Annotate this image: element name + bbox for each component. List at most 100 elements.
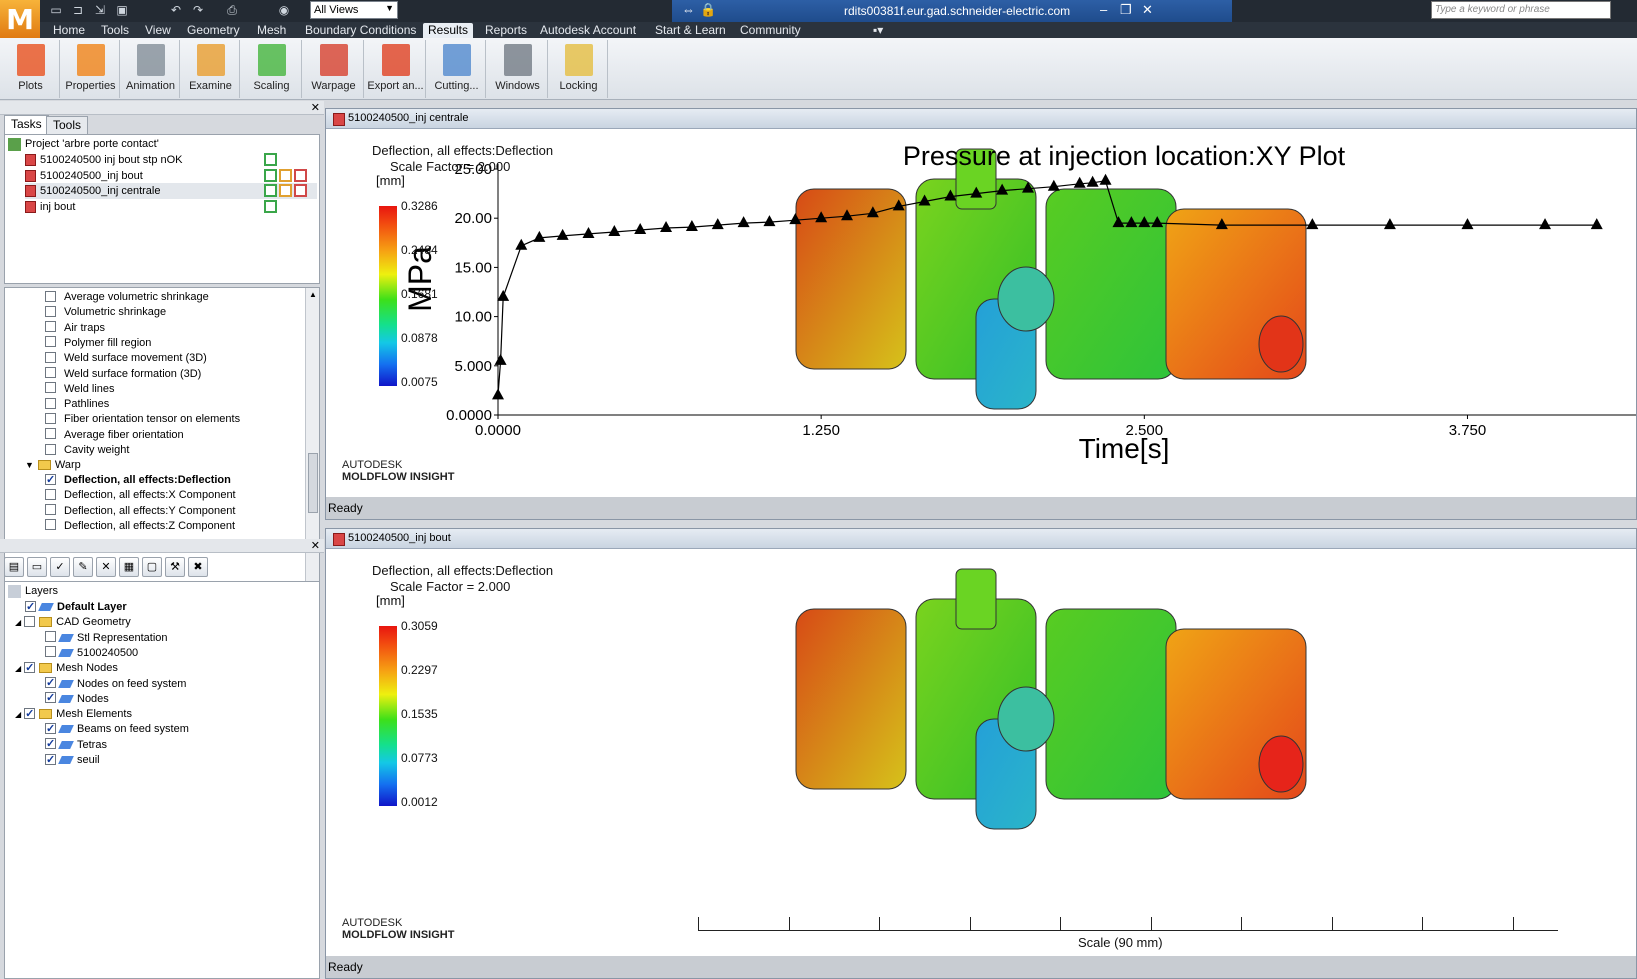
checkbox[interactable] — [45, 412, 56, 424]
checkbox[interactable] — [45, 290, 56, 302]
export-an--button[interactable]: Export an... — [366, 40, 426, 98]
view-tab[interactable]: 5100240500_inj centrale — [326, 109, 1636, 129]
cutting--button[interactable]: Cutting... — [428, 40, 486, 98]
wrench-icon[interactable]: ⚒ — [165, 557, 185, 577]
checkbox[interactable] — [45, 367, 56, 379]
study-item[interactable]: 5100240500 inj bout stp nOK — [25, 152, 317, 168]
study-item[interactable]: 5100240500_inj centrale — [25, 183, 317, 199]
checkbox[interactable] — [45, 721, 56, 737]
warp-result-item[interactable]: Deflection, all effects:Z Component — [45, 518, 235, 534]
checkbox[interactable] — [24, 660, 36, 676]
new-icon[interactable]: ▭ — [48, 3, 64, 18]
result-item[interactable]: Volumetric shrinkage — [45, 304, 166, 320]
checkbox[interactable] — [45, 504, 56, 516]
view-inj-centrale[interactable]: 5100240500_inj centrale 0.0000 5.000 10.00… — [325, 108, 1637, 520]
checkbox[interactable] — [45, 428, 56, 440]
result-item[interactable]: Pathlines — [45, 396, 109, 412]
study-item[interactable]: 5100240500_inj bout — [25, 168, 317, 184]
restore-icon[interactable]: ❐ — [1120, 2, 1132, 18]
pin-icon[interactable]: ⇔ — [682, 2, 695, 17]
layer-item[interactable]: Beams on feed system — [45, 721, 189, 737]
menu-item-community[interactable]: Community — [735, 23, 806, 38]
warp-result-item[interactable]: Deflection, all effects:Deflection — [45, 472, 231, 488]
expand-icon[interactable]: ◢ — [15, 664, 21, 673]
animation-button[interactable]: Animation — [122, 40, 180, 98]
locking-button[interactable]: Locking — [550, 40, 608, 98]
menu-item-autodesk-account[interactable]: Autodesk Account — [535, 23, 641, 38]
menu-item-tools[interactable]: Tools — [96, 23, 134, 38]
close-icon[interactable]: ✕ — [311, 101, 320, 114]
views-dropdown[interactable]: All Views ▼ — [310, 1, 398, 19]
result-item[interactable]: Average volumetric shrinkage — [45, 289, 209, 305]
layer-item[interactable]: Default Layer — [15, 599, 127, 615]
checkbox[interactable] — [45, 488, 56, 500]
import-icon[interactable]: ⇲ — [92, 3, 108, 18]
search-input[interactable]: Type a keyword or phrase — [1431, 1, 1611, 19]
layer-folder[interactable]: ◢ Mesh Nodes — [15, 660, 118, 676]
edit-icon[interactable]: ✎ — [73, 557, 93, 577]
result-item[interactable]: Weld surface formation (3D) — [45, 366, 201, 382]
layer-item[interactable]: Nodes on feed system — [45, 675, 186, 692]
menu-item-boundary-conditions[interactable]: Boundary Conditions — [300, 23, 421, 38]
checkbox[interactable] — [45, 690, 56, 706]
checkbox[interactable] — [45, 336, 56, 348]
checkbox[interactable] — [45, 397, 56, 409]
checkbox[interactable] — [45, 305, 56, 317]
checkbox[interactable] — [45, 631, 56, 643]
tab-tools[interactable]: Tools — [46, 116, 89, 134]
table-icon[interactable]: ▦ — [119, 557, 139, 577]
delete-icon[interactable]: ✕ — [96, 557, 116, 577]
warp-result-item[interactable]: Deflection, all effects:Y Component — [45, 503, 235, 519]
folder-icon[interactable]: ▭ — [27, 557, 47, 577]
checkbox[interactable] — [45, 472, 56, 488]
checkbox[interactable] — [45, 519, 56, 531]
result-item[interactable]: Cavity weight — [45, 442, 129, 458]
layer-item[interactable]: 5100240500 — [45, 645, 138, 661]
scroll-up-icon[interactable]: ▲ — [309, 290, 317, 299]
print-icon[interactable]: ⎙ — [224, 3, 240, 18]
undo-icon[interactable]: ↶ — [168, 3, 184, 18]
checkbox[interactable] — [45, 351, 56, 363]
scaling-button[interactable]: Scaling — [242, 40, 302, 98]
close-icon[interactable]: ✕ — [311, 539, 320, 552]
redo-icon[interactable]: ↷ — [190, 3, 206, 18]
window-icon[interactable]: ▢ — [142, 557, 162, 577]
result-item[interactable]: Weld surface movement (3D) — [45, 350, 207, 366]
result-item[interactable]: Weld lines — [45, 381, 115, 397]
new-layer-icon[interactable]: ▤ — [4, 557, 24, 577]
checkbox[interactable] — [24, 615, 36, 627]
plots-button[interactable]: Plots — [2, 40, 60, 98]
checkbox[interactable] — [45, 321, 56, 333]
save-icon[interactable]: ▣ — [114, 3, 130, 18]
layer-item[interactable]: Stl Representation — [45, 630, 168, 646]
app-logo[interactable]: M — [0, 0, 40, 38]
checkbox[interactable] — [45, 736, 56, 752]
check-icon[interactable]: ✓ — [50, 557, 70, 577]
layer-item[interactable]: Nodes — [45, 690, 109, 707]
view-inj-bout[interactable]: 5100240500_inj bout Deflection, all effe… — [325, 528, 1637, 979]
warp-result-item[interactable]: Deflection, all effects:X Component — [45, 487, 236, 503]
tab-tasks[interactable]: Tasks — [4, 115, 49, 134]
menu-item-geometry[interactable]: Geometry — [182, 23, 245, 38]
result-item[interactable]: Average fiber orientation — [45, 427, 184, 443]
checkbox[interactable] — [25, 599, 36, 615]
windows-button[interactable]: Windows — [488, 40, 548, 98]
checkbox[interactable] — [45, 752, 56, 768]
properties-button[interactable]: Properties — [62, 40, 120, 98]
scroll-thumb[interactable] — [308, 453, 318, 513]
menu-item-home[interactable]: Home — [48, 23, 90, 38]
lock-icon[interactable]: 🔒 — [700, 2, 716, 18]
study-item[interactable]: inj bout — [25, 199, 317, 215]
close-icon[interactable]: ✕ — [1142, 2, 1153, 18]
layer-folder[interactable]: ◢ CAD Geometry — [15, 614, 131, 630]
warp-folder[interactable]: ▼ Warp — [25, 457, 81, 473]
result-item[interactable]: Fiber orientation tensor on elements — [45, 411, 240, 427]
menu-item-results[interactable]: Results — [423, 23, 474, 38]
close-icon[interactable]: ✖ — [188, 557, 208, 577]
checkbox[interactable] — [45, 675, 56, 691]
checkbox[interactable] — [45, 382, 56, 394]
warpage-button[interactable]: Warpage — [304, 40, 364, 98]
menu-item-view[interactable]: View — [140, 23, 176, 38]
checkbox[interactable] — [24, 706, 36, 722]
checkbox[interactable] — [45, 646, 56, 658]
